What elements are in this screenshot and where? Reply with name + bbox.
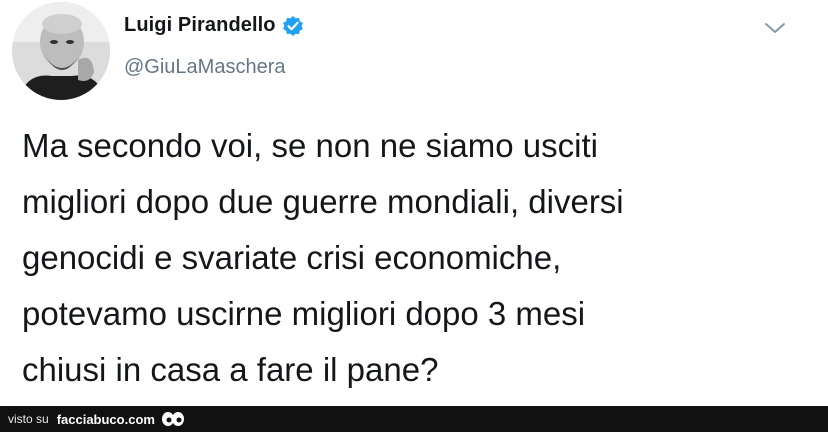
- verified-badge-icon: [282, 15, 304, 37]
- user-handle[interactable]: @GiuLaMaschera: [124, 56, 285, 79]
- name-row: Luigi Pirandello: [124, 14, 304, 37]
- watermark-footer: visto su facciabuco.com: [0, 406, 828, 432]
- eyes-logo-icon: [161, 411, 185, 427]
- tweet-text-line: potevamo uscirne migliori dopo 3 mesi: [22, 295, 586, 332]
- site-link[interactable]: facciabuco.com: [57, 412, 155, 427]
- display-name[interactable]: Luigi Pirandello: [124, 14, 276, 37]
- tweet-text-line: chiusi in casa a fare il pane?: [22, 351, 439, 388]
- tweet-text-line: migliori dopo due guerre mondiali, diver…: [22, 183, 624, 220]
- avatar-photo-icon: [12, 2, 110, 100]
- chevron-down-icon[interactable]: [763, 20, 787, 36]
- avatar[interactable]: [12, 2, 110, 100]
- tweet-text-line: genocidi e svariate crisi economiche,: [22, 239, 562, 276]
- tweet-card: Luigi Pirandello @GiuLaMaschera Ma secon…: [0, 0, 828, 406]
- tweet-text: Ma secondo voi, se non ne siamo usciti m…: [22, 118, 812, 398]
- visto-su-label: visto su: [8, 412, 49, 426]
- tweet-text-line: Ma secondo voi, se non ne siamo usciti: [22, 127, 598, 164]
